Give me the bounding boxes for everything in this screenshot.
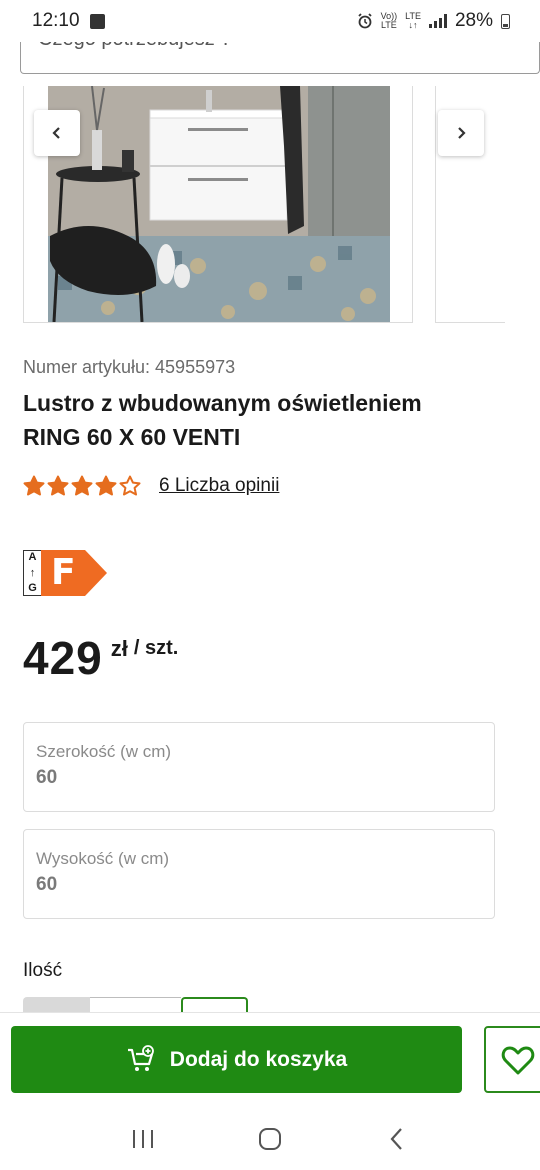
alarm-icon [357,13,372,29]
back-button[interactable] [377,1119,417,1159]
star-filled-icon [47,475,69,496]
product-title-line2: RING 60 X 60 VENTI [23,424,241,450]
carousel-next-button[interactable] [438,110,484,156]
reviews-link[interactable]: 6 Liczba opinii [159,475,279,497]
price: 429 zł / szt. [23,630,178,686]
height-label: Wysokość (w cm) [36,849,170,868]
volte-bottom: LTE [380,20,397,30]
recent-apps-icon [133,1130,154,1148]
price-currency: zł [110,636,128,661]
product-image-card[interactable] [23,86,413,323]
add-to-cart-label: Dodaj do koszyka [169,1047,348,1071]
volte-indicator: Vo)) LTE [381,12,398,30]
energy-scale-top: A [28,551,37,563]
wishlist-button[interactable] [484,1026,540,1093]
gallery-notification-icon [89,13,105,29]
energy-class-badge: F [41,550,107,596]
star-filled-icon [23,475,45,496]
home-button[interactable] [250,1119,290,1159]
width-value: 60 [36,767,58,788]
heart-icon [501,1046,535,1074]
network-label: LTE [405,11,421,21]
rating-stars [23,475,141,497]
height-value: 60 [36,874,58,895]
chevron-left-icon [52,127,60,139]
product-image [48,86,390,322]
star-empty-icon [119,475,141,496]
network-type: LTE ↓↑ [405,11,421,30]
star-filled-icon [95,475,117,496]
system-nav-bar [0,1108,540,1170]
cart-plus-icon [127,1044,154,1071]
energy-label[interactable]: A ↑ G F [23,550,107,596]
back-icon [390,1128,402,1150]
energy-class: F [51,552,76,593]
height-field[interactable]: Wysokość (w cm) 60 [23,829,495,919]
chevron-right-icon [458,127,466,139]
width-field[interactable]: Szerokość (w cm) 60 [23,722,495,812]
energy-scale-bottom: G [28,582,37,594]
recent-apps-button[interactable] [123,1119,163,1159]
status-time: 12:10 [32,10,80,31]
energy-scale: A ↑ G [23,550,41,596]
product-title-line1: Lustro z wbudowanym oświetleniem [23,390,422,416]
carousel-prev-button[interactable] [34,110,80,156]
star-filled-icon [71,475,93,496]
battery-icon [501,13,510,29]
status-bar: 12:10 Vo)) LTE LTE ↓↑ 28% [0,0,540,42]
arrow-up-icon: ↑ [29,566,36,579]
battery-percent: 28% [454,10,493,31]
rating: 6 Liczba opinii [23,475,279,497]
width-label: Szerokość (w cm) [36,742,172,761]
add-to-cart-button[interactable]: Dodaj do koszyka [11,1026,462,1093]
price-unit: / szt. [133,637,179,659]
price-amount: 429 [23,632,103,684]
home-icon [258,1128,281,1150]
status-icons: Vo)) LTE LTE ↓↑ 28% [357,10,510,32]
quantity-label: Ilość [23,960,63,981]
signal-icon [428,14,447,28]
bottom-action-bar: Dodaj do koszyka [0,1012,540,1108]
article-number: Numer artykułu: 45955973 [23,357,236,377]
product-title: Lustro z wbudowanym oświetleniem RING 60… [23,386,503,454]
